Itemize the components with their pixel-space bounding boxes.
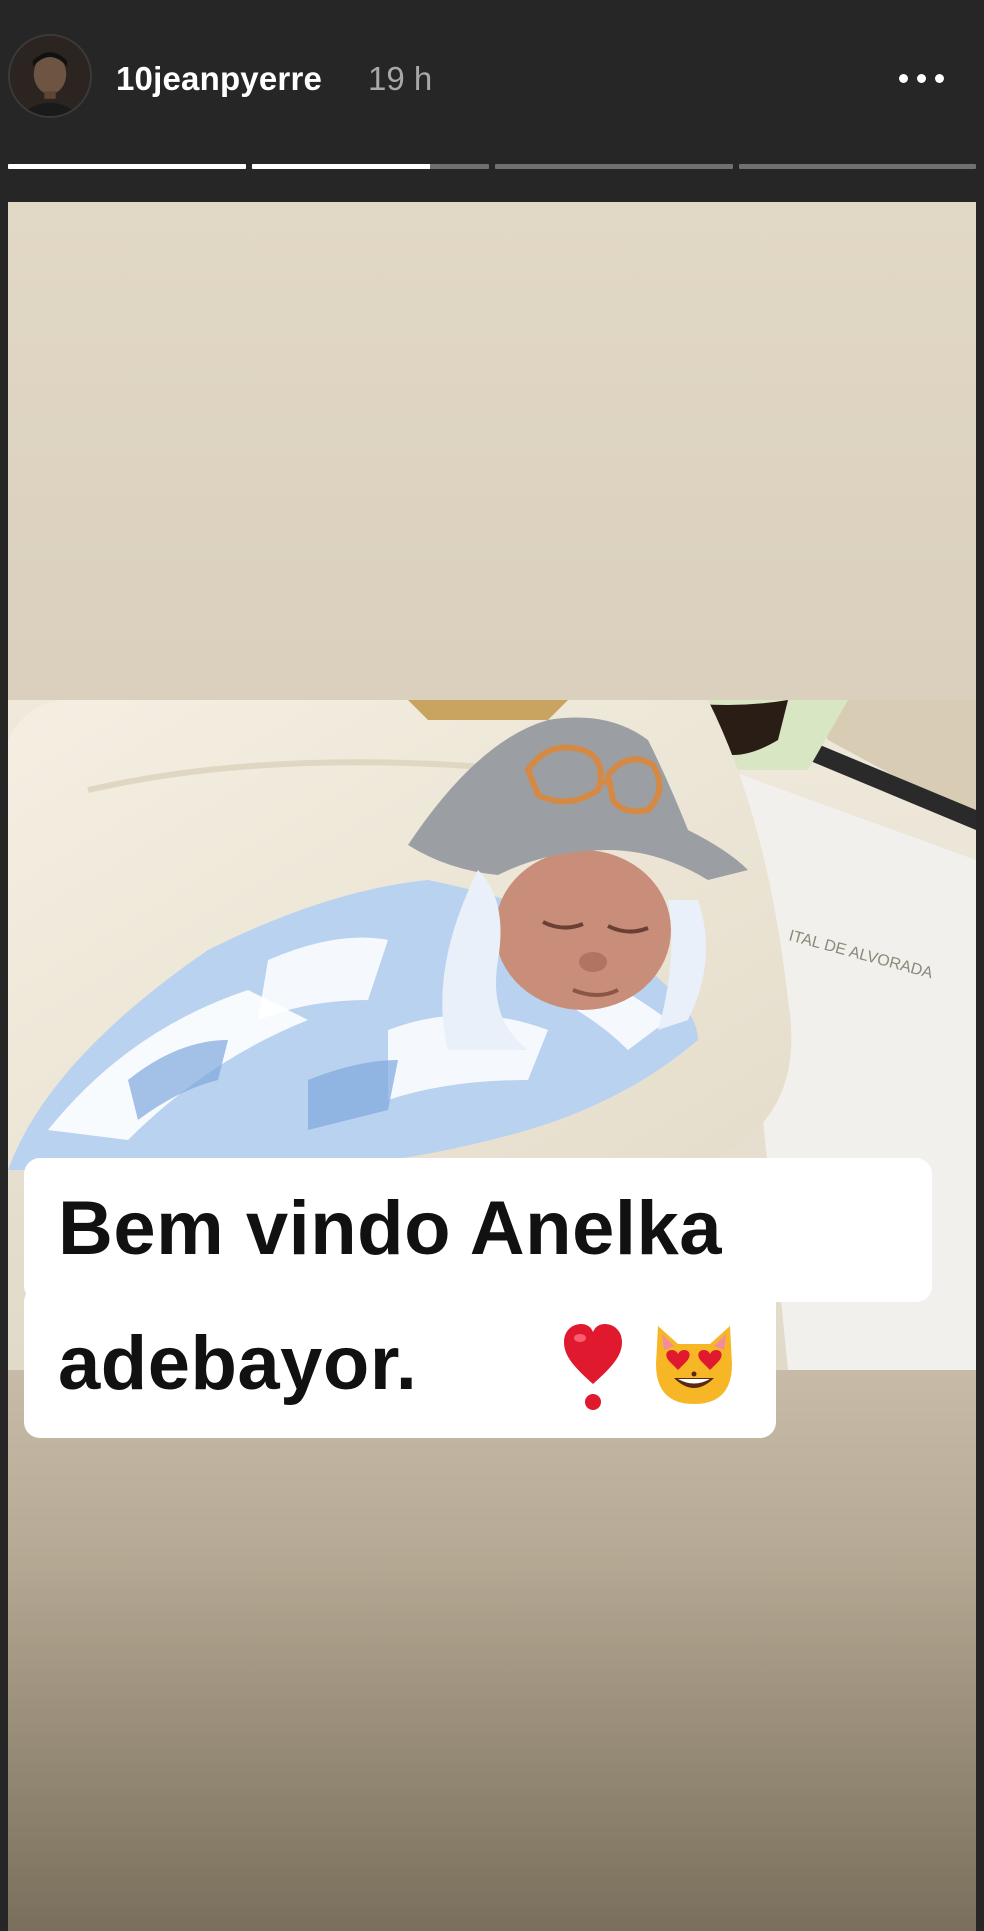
- profile-avatar[interactable]: [8, 34, 92, 118]
- progress-fill: [251, 164, 430, 169]
- progress-segment: [495, 164, 733, 169]
- story-progress-bar: [8, 164, 976, 170]
- dot: [898, 73, 908, 83]
- story-viewer: 10jeanpyerre 19 h ITAL DE ALVORADA Bem v…: [0, 0, 984, 1931]
- more-options-icon[interactable]: [886, 58, 956, 98]
- progress-fill: [8, 164, 246, 169]
- dot: [916, 73, 926, 83]
- progress-segment: [251, 164, 489, 169]
- avatar-image: [10, 36, 90, 116]
- story-header: 10jeanpyerre 19 h: [0, 0, 984, 160]
- progress-segment: [738, 164, 976, 169]
- caption-line2: adebayor.: [58, 1321, 418, 1406]
- dot: [934, 73, 944, 83]
- username[interactable]: 10jeanpyerre: [116, 60, 322, 98]
- smiling-cat-heart-eyes-emoji: [656, 1326, 732, 1404]
- timestamp: 19 h: [368, 60, 433, 97]
- caption-line1: Bem vindo Anelka: [58, 1186, 723, 1271]
- story-content[interactable]: ITAL DE ALVORADA: [8, 202, 976, 1931]
- heart-exclamation-emoji: [564, 1324, 622, 1410]
- progress-segment: [8, 164, 246, 169]
